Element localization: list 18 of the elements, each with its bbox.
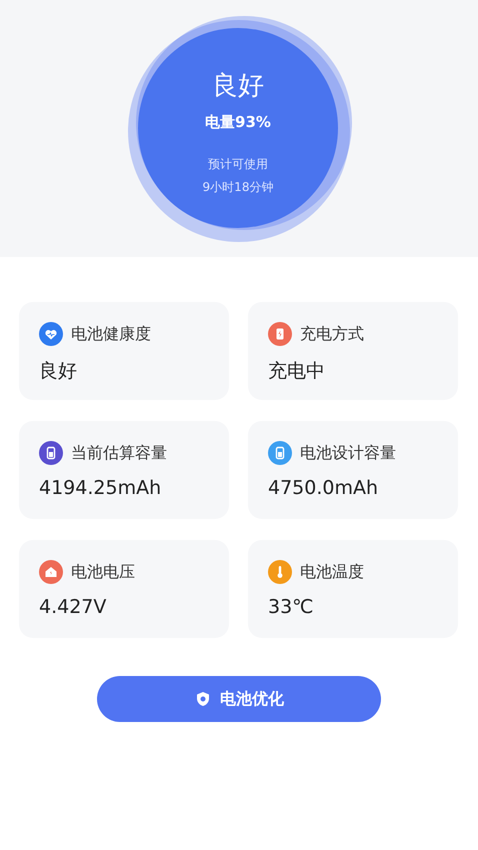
card-value: 充电中 [268,359,325,384]
charge-level: 电量93% [205,112,271,132]
card-label: 当前估算容量 [71,442,167,464]
card-label: 电池设计容量 [300,442,396,464]
card-value: 33℃ [268,596,314,618]
card-label: 电池温度 [300,562,364,582]
card-value: 4.427V [39,596,106,618]
card-label: 电池健康度 [71,324,151,344]
estimate-time: 9小时18分钟 [202,178,274,196]
card-value: 4750.0mAh [268,477,378,499]
estimate-label: 预计可使用 [208,156,268,172]
shield-icon [194,690,212,708]
battery-status: 良好 [212,70,264,102]
card-value: 良好 [39,359,77,384]
card-label: 电池电压 [71,562,135,582]
card-value: 4194.25mAh [39,477,162,499]
card-label: 充电方式 [300,324,364,344]
optimize-button[interactable]: 电池优化 [97,676,381,722]
